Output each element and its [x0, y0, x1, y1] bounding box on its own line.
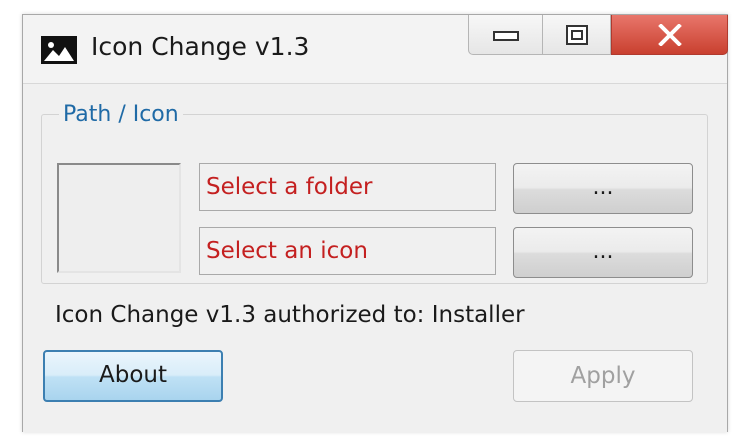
browse-folder-button[interactable]: ... [513, 163, 693, 214]
app-window: Icon Change v1.3 Path / Icon Select a fo… [22, 14, 728, 432]
icon-path-field[interactable]: Select an icon [199, 227, 496, 275]
browse-icon-button[interactable]: ... [513, 227, 693, 278]
window-title: Icon Change v1.3 [91, 32, 310, 61]
authorization-status: Icon Change v1.3 authorized to: Installe… [55, 302, 525, 328]
minimize-button[interactable] [468, 15, 543, 55]
groupbox-title: Path / Icon [59, 102, 183, 127]
close-button[interactable] [611, 15, 728, 55]
dialog-content: Path / Icon Select a folder Select an ic… [23, 83, 727, 432]
folder-path-field[interactable]: Select a folder [199, 163, 496, 211]
image-icon [41, 36, 77, 64]
icon-preview [57, 163, 181, 273]
about-button[interactable]: About [43, 350, 223, 402]
maximize-button[interactable] [543, 15, 611, 55]
apply-button[interactable]: Apply [513, 350, 693, 402]
title-bar[interactable]: Icon Change v1.3 [23, 15, 728, 83]
